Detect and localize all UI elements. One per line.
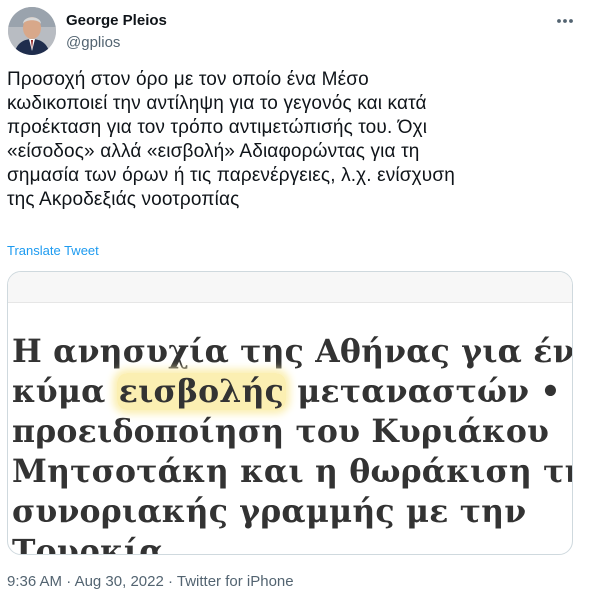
author-name[interactable]: George Pleios bbox=[66, 12, 167, 29]
headline-line: Τουρκία. bbox=[12, 533, 175, 555]
headline-line: κύμα εισβολής μεταναστών • Η bbox=[12, 372, 573, 412]
tweet-text-line: Προσοχή στον όρο με τον οποίο ένα Μέσο bbox=[7, 69, 369, 90]
avatar[interactable] bbox=[8, 7, 56, 55]
tweet-text-line: προέκταση για τον τρόπο αντιμετώπισής το… bbox=[7, 117, 428, 138]
meta-separator: · bbox=[163, 573, 177, 590]
tweet-metadata: 9:36 AM · Aug 30, 2022 · Twitter for iPh… bbox=[7, 573, 294, 590]
more-options-button[interactable] bbox=[552, 10, 578, 32]
tweet-time[interactable]: 9:36 AM bbox=[7, 573, 62, 590]
image-top-bar bbox=[8, 272, 572, 303]
highlighted-word: εισβολής bbox=[116, 373, 287, 410]
image-headline: Η ανησυχία της Αθήνας για ένα νέ κύμα ει… bbox=[12, 332, 573, 555]
more-dots-icon bbox=[557, 19, 573, 23]
headline-line: προειδοποίηση του Κυριάκου bbox=[12, 413, 550, 450]
author-handle[interactable]: @gplios bbox=[66, 34, 120, 51]
translate-tweet-link[interactable]: Translate Tweet bbox=[7, 243, 99, 258]
headline-line: Η ανησυχία της Αθήνας για ένα νέ bbox=[12, 333, 573, 370]
tweet-text: Προσοχή στον όρο με τον οποίο ένα Μέσο κ… bbox=[7, 68, 587, 212]
tweet-date[interactable]: Aug 30, 2022 bbox=[75, 573, 164, 590]
headline-line: Μητσοτάκη και η θωράκιση της bbox=[12, 453, 573, 490]
tweet-text-line: κωδικοποιεί την αντίληψη για το γεγονός … bbox=[7, 93, 427, 114]
headline-line: συνοριακής γραμμής με την bbox=[12, 493, 527, 530]
tweet-source[interactable]: Twitter for iPhone bbox=[177, 573, 294, 590]
tweet-text-line: της Ακροδεξιάς νοοτροπίας bbox=[7, 189, 240, 210]
tweet-text-line: «είσοδος» αλλά «εισβολή» Αδιαφορώντας γι… bbox=[7, 141, 420, 162]
meta-separator: · bbox=[62, 573, 75, 590]
tweet-card: George Pleios @gplios Προσοχή στον όρο μ… bbox=[0, 0, 600, 608]
attached-image[interactable]: Η ανησυχία της Αθήνας για ένα νέ κύμα ει… bbox=[7, 271, 573, 555]
tweet-text-line: σημασία των όρων ή τις παρενέργειες, λ.χ… bbox=[7, 165, 455, 186]
headline-segment: μεταναστών • Η bbox=[286, 373, 573, 410]
profile-photo-icon bbox=[8, 7, 56, 55]
headline-segment: κύμα bbox=[12, 373, 117, 410]
